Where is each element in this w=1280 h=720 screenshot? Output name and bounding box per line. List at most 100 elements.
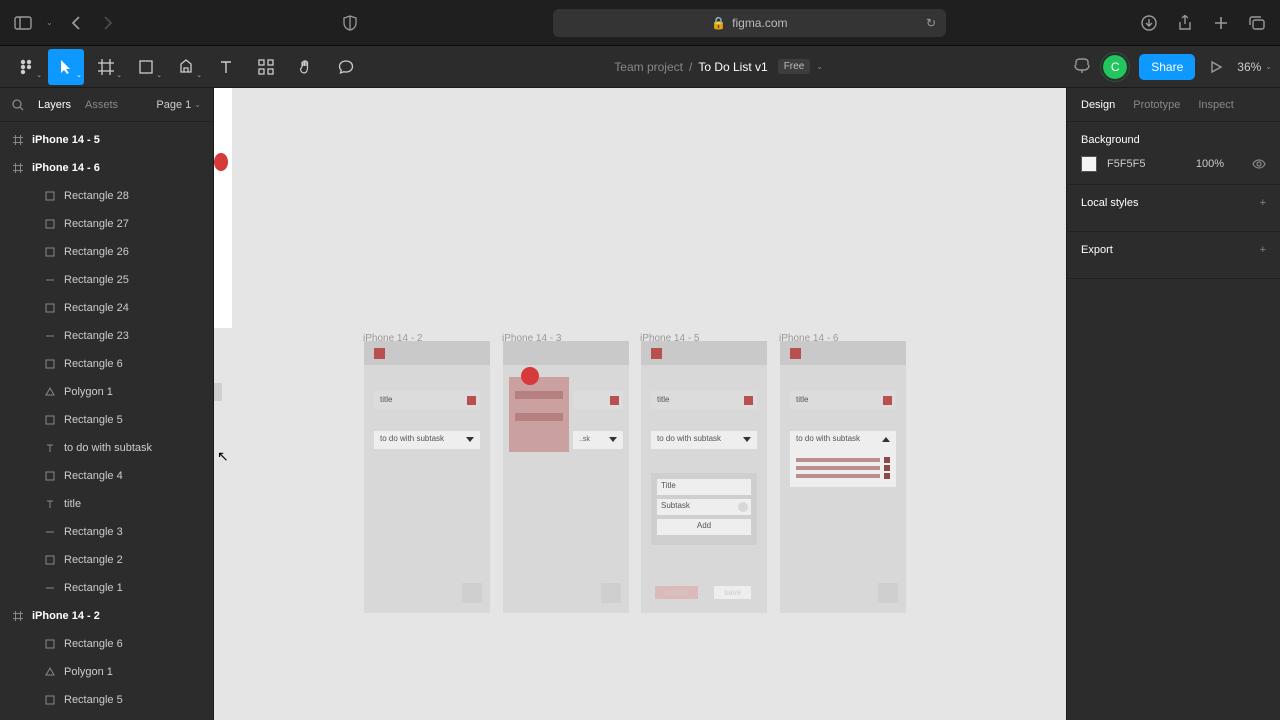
artboard-partial[interactable] <box>214 88 232 328</box>
plan-badge: Free <box>778 59 811 74</box>
line-icon <box>44 526 56 538</box>
layer-item[interactable]: Rectangle 6 <box>0 350 213 378</box>
line-icon <box>44 582 56 594</box>
layer-item[interactable]: Rectangle 26 <box>0 238 213 266</box>
share-icon[interactable] <box>1176 14 1194 32</box>
comment-tool[interactable] <box>328 49 364 85</box>
sidebar-toggle-icon[interactable] <box>14 14 32 32</box>
layers-panel: Layers Assets Page 1⌄ iPhone 14 - 5iPhon… <box>0 88 214 720</box>
layer-item[interactable]: Polygon 1 <box>0 378 213 406</box>
layer-item[interactable]: to do with subtask <box>0 434 213 462</box>
frame-icon <box>12 610 24 622</box>
layer-item[interactable]: Rectangle 24 <box>0 294 213 322</box>
layer-item[interactable]: Rectangle 6 <box>0 630 213 658</box>
back-icon[interactable] <box>67 14 85 32</box>
rect-icon <box>44 246 56 258</box>
downloads-icon[interactable] <box>1140 14 1158 32</box>
artboard-iphone14-3[interactable]: ..sk <box>503 341 629 613</box>
page-selector[interactable]: Page 1⌄ <box>156 99 201 111</box>
plus-icon[interactable]: + <box>1260 197 1266 209</box>
resources-tool[interactable] <box>248 49 284 85</box>
shape-tool[interactable]: ⌄ <box>128 49 164 85</box>
new-tab-icon[interactable] <box>1212 14 1230 32</box>
add-form[interactable]: Title Subtask Add <box>651 473 757 545</box>
main-menu-button[interactable]: ⌄ <box>8 49 44 85</box>
shield-icon[interactable] <box>341 14 359 32</box>
layer-item[interactable]: Rectangle 25 <box>0 266 213 294</box>
tab-inspect[interactable]: Inspect <box>1198 99 1233 111</box>
present-icon[interactable] <box>1207 58 1225 76</box>
layer-item[interactable]: Rectangle 1 <box>0 574 213 602</box>
layer-item[interactable]: Rectangle 5 <box>0 406 213 434</box>
layer-item[interactable]: Rectangle 23 <box>0 322 213 350</box>
pen-tool[interactable]: ⌄ <box>168 49 204 85</box>
tab-design[interactable]: Design <box>1081 99 1115 111</box>
artboard-iphone14-5[interactable]: title to do with subtask Title Subtask A… <box>641 341 767 613</box>
zoom-control[interactable]: 36%⌄ <box>1237 60 1272 74</box>
chevron-down-icon[interactable]: ⌄ <box>816 62 823 71</box>
line-icon <box>44 330 56 342</box>
line-icon <box>44 274 56 286</box>
bg-hex[interactable]: F5F5F5 <box>1107 158 1146 170</box>
artboard-iphone14-2[interactable]: title to do with subtask <box>364 341 490 613</box>
layer-item[interactable]: Rectangle 27 <box>0 210 213 238</box>
hand-tool[interactable] <box>288 49 324 85</box>
text-tool[interactable] <box>208 49 244 85</box>
layer-item[interactable]: title <box>0 490 213 518</box>
tab-prototype[interactable]: Prototype <box>1133 99 1180 111</box>
layer-item[interactable]: Rectangle 3 <box>0 518 213 546</box>
frame-icon <box>12 162 24 174</box>
rect-icon <box>44 414 56 426</box>
tab-layers[interactable]: Layers <box>38 99 71 111</box>
forward-icon <box>99 14 117 32</box>
save-button[interactable]: save <box>714 586 751 599</box>
canvas[interactable]: iPhone 14 - 2iPhone 14 - 3iPhone 14 - 5i… <box>214 88 1066 720</box>
rect-icon <box>44 190 56 202</box>
layer-list: iPhone 14 - 5iPhone 14 - 6Rectangle 28Re… <box>0 122 213 718</box>
layer-item[interactable]: iPhone 14 - 2 <box>0 602 213 630</box>
background-row[interactable]: F5F5F5 100% <box>1081 156 1266 172</box>
rect-icon <box>44 554 56 566</box>
rect-icon <box>44 470 56 482</box>
layer-item[interactable]: iPhone 14 - 6 <box>0 154 213 182</box>
layer-item[interactable]: Rectangle 5 <box>0 686 213 714</box>
audio-icon[interactable] <box>1073 58 1091 76</box>
frame-icon <box>12 134 24 146</box>
rect-icon <box>44 358 56 370</box>
cancel-button[interactable]: cancel <box>655 586 698 599</box>
search-icon[interactable] <box>12 99 24 111</box>
avatar[interactable]: C <box>1103 55 1127 79</box>
text-icon <box>44 442 56 454</box>
project-crumb[interactable]: Team project <box>614 60 683 74</box>
shape <box>214 383 222 401</box>
breadcrumb[interactable]: Team project / To Do List v1 Free ⌄ <box>364 59 1073 74</box>
frame-tool[interactable]: ⌄ <box>88 49 124 85</box>
tabs-icon[interactable] <box>1248 14 1266 32</box>
url-bar[interactable]: 🔒 figma.com ↻ <box>553 9 946 37</box>
section-background: Background <box>1081 134 1140 146</box>
layer-item[interactable]: iPhone 14 - 5 <box>0 126 213 154</box>
share-button[interactable]: Share <box>1139 54 1195 80</box>
bg-opacity[interactable]: 100% <box>1196 158 1224 170</box>
reload-icon[interactable]: ↻ <box>926 16 936 30</box>
layer-item[interactable]: Rectangle 4 <box>0 462 213 490</box>
rect-icon <box>44 638 56 650</box>
file-crumb[interactable]: To Do List v1 <box>698 60 767 74</box>
mouse-cursor: ↖ <box>217 448 229 465</box>
layer-item[interactable]: Rectangle 2 <box>0 546 213 574</box>
layer-item[interactable]: Rectangle 28 <box>0 182 213 210</box>
chevron-down-icon[interactable]: ⌄ <box>46 18 53 27</box>
color-swatch[interactable] <box>1081 156 1097 172</box>
artboard-iphone14-6[interactable]: title to do with subtask <box>780 341 906 613</box>
plus-icon[interactable]: + <box>1260 244 1266 256</box>
layer-item[interactable]: Polygon 1 <box>0 658 213 686</box>
visibility-icon[interactable] <box>1252 159 1266 169</box>
section-local-styles: Local styles <box>1081 197 1138 209</box>
tab-assets[interactable]: Assets <box>85 99 118 111</box>
subtask-list[interactable] <box>790 449 896 487</box>
move-tool[interactable]: ⌄ <box>48 49 84 85</box>
modal-menu[interactable] <box>509 377 569 452</box>
rect-icon <box>44 302 56 314</box>
red-circle <box>214 153 228 171</box>
text-icon <box>44 498 56 510</box>
